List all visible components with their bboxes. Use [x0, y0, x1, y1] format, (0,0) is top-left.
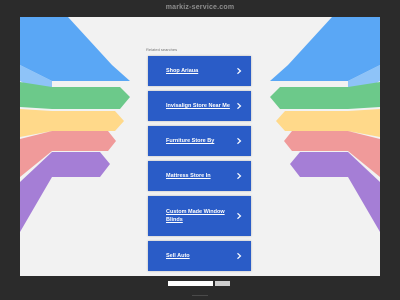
link-furniture-store-by[interactable]: Furniture Store By	[148, 126, 251, 156]
right-wing-stripe-blue	[270, 17, 380, 81]
link-label[interactable]: Furniture Store By	[166, 137, 233, 145]
left-wing-stripe-blue	[20, 17, 130, 81]
link-sell-auto[interactable]: Sell Auto	[148, 241, 251, 271]
right-wing-stripe-green	[270, 82, 380, 109]
link-label[interactable]: Sell Auto	[166, 252, 233, 260]
chevron-right-icon	[237, 212, 242, 220]
right-color-wing	[250, 17, 380, 276]
chevron-right-icon	[237, 67, 242, 75]
left-wing-stripe-green	[20, 82, 130, 109]
left-color-wing	[20, 17, 150, 276]
domain-title: markiz-service.com	[165, 4, 235, 11]
link-label[interactable]: Mattress Store In	[166, 172, 233, 180]
content-panel: Related searches Shop Ariaua Invisalign …	[20, 17, 380, 276]
related-searches-label: Related searches	[146, 47, 178, 52]
chevron-right-icon	[237, 102, 242, 110]
footer-divider	[192, 295, 208, 296]
chevron-right-icon	[237, 172, 242, 180]
link-label[interactable]: Invisalign Store Near Me	[166, 102, 233, 110]
chevron-right-icon	[237, 137, 242, 145]
link-label[interactable]: Shop Ariaua	[166, 67, 233, 75]
search-button[interactable]	[215, 281, 230, 286]
link-invisalign-store-near-me[interactable]: Invisalign Store Near Me	[148, 91, 251, 121]
chevron-right-icon	[237, 252, 242, 260]
link-label[interactable]: Custom Made Window Blinds	[166, 208, 233, 224]
search-input[interactable]	[168, 281, 213, 286]
link-custom-made-window-blinds[interactable]: Custom Made Window Blinds	[148, 196, 251, 236]
link-mattress-store-in[interactable]: Mattress Store In	[148, 161, 251, 191]
link-shop-ariaua[interactable]: Shop Ariaua	[148, 56, 251, 86]
